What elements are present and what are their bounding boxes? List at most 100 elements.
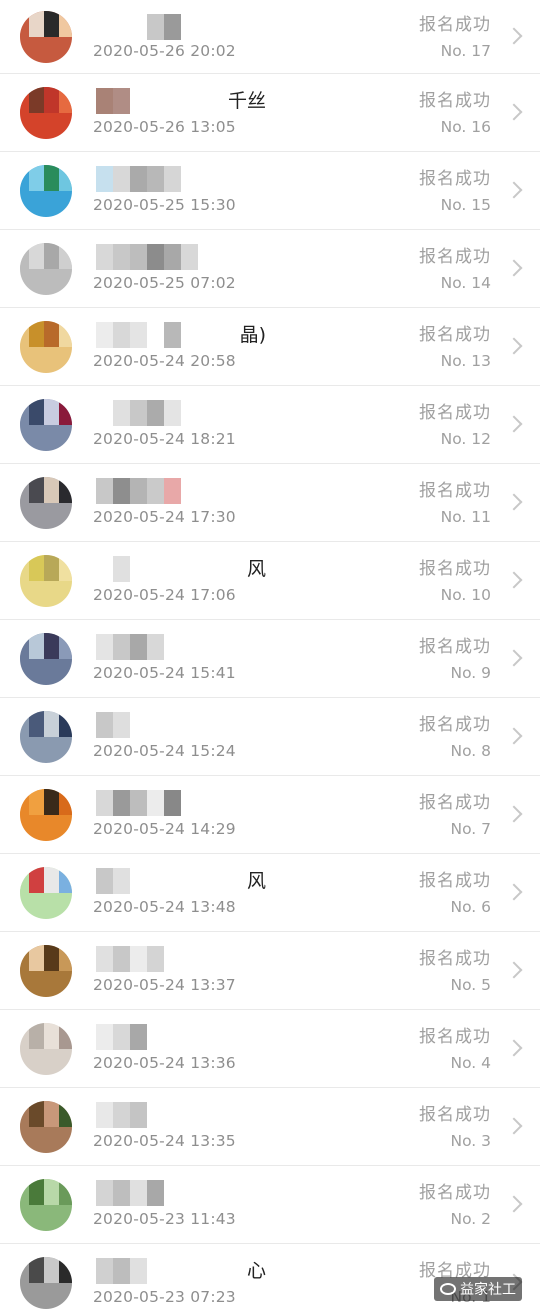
mosaic-block [59, 164, 72, 178]
mosaic-block [59, 1100, 72, 1114]
list-item[interactable]: 晶) 2020-05-24 20:58 报名成功 No. 13 [0, 308, 540, 386]
signup-number: No. 2 [450, 1210, 491, 1228]
chevron-right-icon[interactable] [505, 103, 523, 120]
list-item[interactable]: 2020-05-24 14:29 报名成功 No. 7 [0, 776, 540, 854]
mosaic-block [164, 244, 181, 270]
mosaic-block [20, 879, 29, 893]
mosaic-block [59, 866, 72, 880]
list-item[interactable]: 2020-05-23 11:43 报名成功 No. 2 [0, 1166, 540, 1244]
mosaic-block [96, 322, 113, 348]
mosaic-block [20, 99, 29, 113]
mosaic-block [130, 14, 147, 40]
list-item[interactable]: 2020-05-26 20:02 报名成功 No. 17 [0, 0, 540, 74]
signup-time: 2020-05-24 17:06 [93, 586, 236, 604]
status-label: 报名成功 [419, 715, 491, 735]
mosaic-block [44, 801, 59, 815]
mosaic-block [29, 1022, 44, 1036]
list-item[interactable]: 千丝 2020-05-26 13:05 报名成功 No. 16 [0, 74, 540, 152]
chevron-right-icon[interactable] [505, 337, 523, 354]
mosaic-block [59, 489, 72, 503]
mosaic-block [20, 177, 29, 191]
mosaic-block [29, 632, 44, 646]
chevron-right-icon[interactable] [505, 181, 523, 198]
chevron-right-icon[interactable] [505, 493, 523, 510]
list-item[interactable]: 2020-05-25 07:02 报名成功 No. 14 [0, 230, 540, 308]
mosaic-block [164, 400, 181, 426]
mosaic-block [130, 244, 147, 270]
chevron-right-icon[interactable] [505, 883, 523, 900]
avatar [20, 944, 72, 997]
status-label: 报名成功 [419, 403, 491, 423]
chevron-right-icon[interactable] [505, 727, 523, 744]
mosaic-block [113, 400, 130, 426]
avatar-mosaic [20, 320, 72, 361]
list-item[interactable]: 2020-05-24 17:30 报名成功 No. 11 [0, 464, 540, 542]
chevron-right-icon[interactable] [505, 1039, 523, 1056]
mosaic-block [20, 944, 29, 958]
mosaic-block [147, 790, 164, 816]
mosaic-block [59, 255, 72, 269]
name-mosaic [96, 556, 130, 582]
list-item[interactable]: 2020-05-24 18:21 报名成功 No. 12 [0, 386, 540, 464]
participant-name [96, 478, 266, 504]
list-item[interactable]: 风 2020-05-24 13:48 报名成功 No. 6 [0, 854, 540, 932]
watermark-text: 益家社工 [460, 1282, 516, 1298]
avatar-mosaic [20, 10, 72, 51]
mosaic-block [29, 1256, 44, 1270]
signup-number: No. 9 [450, 664, 491, 682]
name-mosaic [96, 1102, 147, 1128]
chevron-right-icon[interactable] [505, 961, 523, 978]
mosaic-block [44, 879, 59, 893]
list-item[interactable]: 2020-05-24 13:36 报名成功 No. 4 [0, 1010, 540, 1088]
mosaic-block [59, 1113, 72, 1127]
mosaic-block [20, 164, 29, 178]
mosaic-block [44, 1191, 59, 1205]
chevron-right-icon[interactable] [505, 1117, 523, 1134]
mosaic-block [59, 1256, 72, 1270]
status-label: 报名成功 [419, 1183, 491, 1203]
mosaic-block [59, 801, 72, 815]
list-item[interactable]: 2020-05-24 15:24 报名成功 No. 8 [0, 698, 540, 776]
mosaic-block [147, 634, 164, 660]
list-item[interactable]: 风 2020-05-24 17:06 报名成功 No. 10 [0, 542, 540, 620]
status-label: 报名成功 [419, 1027, 491, 1047]
mosaic-block [113, 14, 130, 40]
mosaic-block [20, 801, 29, 815]
avatar-mosaic [20, 788, 72, 829]
signup-number: No. 3 [450, 1132, 491, 1150]
participant-name [96, 790, 266, 816]
mosaic-block [113, 1024, 130, 1050]
mosaic-block [164, 478, 181, 504]
list-item[interactable]: 2020-05-24 13:35 报名成功 No. 3 [0, 1088, 540, 1166]
mosaic-block [29, 1269, 44, 1283]
mosaic-block [130, 634, 147, 660]
mosaic-block [44, 723, 59, 737]
mosaic-block [44, 333, 59, 347]
list-item[interactable]: 2020-05-24 15:41 报名成功 No. 9 [0, 620, 540, 698]
chevron-right-icon[interactable] [505, 571, 523, 588]
name-mosaic [96, 88, 147, 114]
mosaic-block [29, 476, 44, 490]
chevron-right-icon[interactable] [505, 805, 523, 822]
mosaic-block [113, 634, 130, 660]
chevron-right-icon[interactable] [505, 1195, 523, 1212]
avatar [20, 866, 72, 919]
mosaic-block [113, 1102, 130, 1128]
mosaic-block [96, 868, 113, 894]
mosaic-block [147, 244, 164, 270]
mosaic-block [96, 556, 113, 582]
chevron-right-icon[interactable] [505, 649, 523, 666]
participant-name [96, 400, 266, 426]
chevron-right-icon[interactable] [505, 415, 523, 432]
mosaic-block [147, 14, 164, 40]
mosaic-block [44, 489, 59, 503]
chevron-right-icon[interactable] [505, 27, 523, 44]
list-item[interactable]: 2020-05-24 13:37 报名成功 No. 5 [0, 932, 540, 1010]
participant-name: 晶) [96, 322, 266, 348]
avatar [20, 1256, 72, 1309]
mosaic-block [29, 99, 44, 113]
list-item[interactable]: 2020-05-25 15:30 报名成功 No. 15 [0, 152, 540, 230]
chevron-right-icon[interactable] [505, 259, 523, 276]
signup-list: 2020-05-26 20:02 报名成功 No. 17 千丝 2020-05-26 1… [0, 0, 540, 1315]
avatar [20, 1100, 72, 1153]
